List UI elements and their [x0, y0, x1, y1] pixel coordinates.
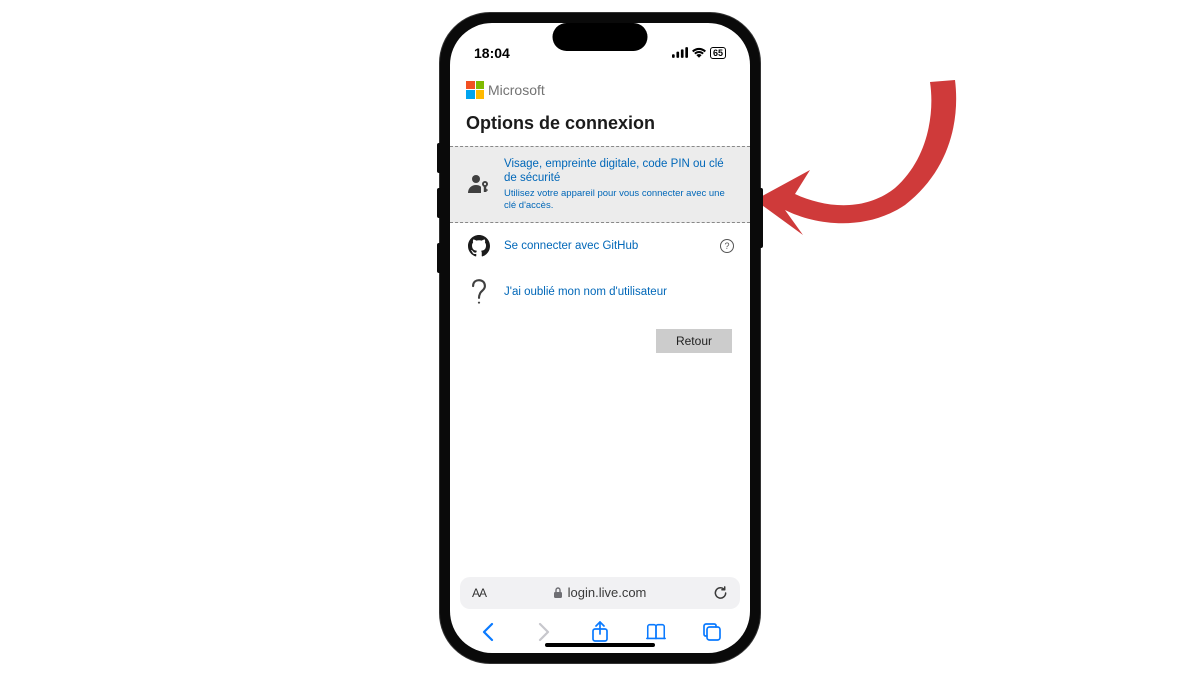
forward-nav-icon [533, 621, 555, 643]
phone-frame: 18:04 65 Microsoft Options de connexion [440, 13, 760, 663]
option-passkey-title: Visage, empreinte digitale, code PIN ou … [504, 157, 734, 187]
dynamic-island [553, 23, 648, 51]
help-icon[interactable]: ? [720, 239, 734, 253]
question-mark-icon [466, 279, 492, 305]
wifi-icon [692, 47, 706, 58]
signin-options-list: Visage, empreinte digitale, code PIN ou … [450, 146, 750, 316]
lock-icon [553, 587, 563, 599]
back-button[interactable]: Retour [656, 329, 732, 353]
url-text: login.live.com [568, 585, 647, 600]
microsoft-logo-icon [466, 81, 484, 99]
option-github-title: Se connecter avec GitHub [504, 239, 708, 254]
share-icon[interactable] [589, 621, 611, 643]
tabs-icon[interactable] [701, 621, 723, 643]
microsoft-logo-row: Microsoft [466, 81, 734, 99]
back-nav-icon[interactable] [477, 621, 499, 643]
reload-icon[interactable] [713, 585, 728, 601]
person-key-icon [466, 171, 492, 197]
text-size-button[interactable]: AA [472, 586, 486, 600]
status-indicators: 65 [672, 47, 726, 59]
phone-screen: 18:04 65 Microsoft Options de connexion [450, 23, 750, 653]
github-icon [466, 233, 492, 259]
page-title: Options de connexion [466, 113, 734, 134]
option-forgot-title: J'ai oublié mon nom d'utilisateur [504, 285, 734, 300]
battery-indicator: 65 [710, 47, 726, 59]
annotation-arrow [755, 60, 965, 260]
option-passkey-subtitle: Utilisez votre appareil pour vous connec… [504, 188, 734, 212]
page-content: Microsoft Options de connexion Visage, e… [450, 71, 750, 573]
browser-url-bar[interactable]: AA login.live.com [450, 573, 750, 615]
home-indicator[interactable] [545, 643, 655, 647]
bookmarks-icon[interactable] [645, 621, 667, 643]
option-github[interactable]: Se connecter avec GitHub ? [450, 223, 750, 269]
option-passkey[interactable]: Visage, empreinte digitale, code PIN ou … [450, 146, 750, 224]
microsoft-brand-text: Microsoft [488, 82, 545, 98]
cellular-icon [672, 47, 688, 58]
browser-toolbar [450, 615, 750, 653]
option-forgot-username[interactable]: J'ai oublié mon nom d'utilisateur [450, 269, 750, 315]
status-time: 18:04 [474, 45, 510, 61]
